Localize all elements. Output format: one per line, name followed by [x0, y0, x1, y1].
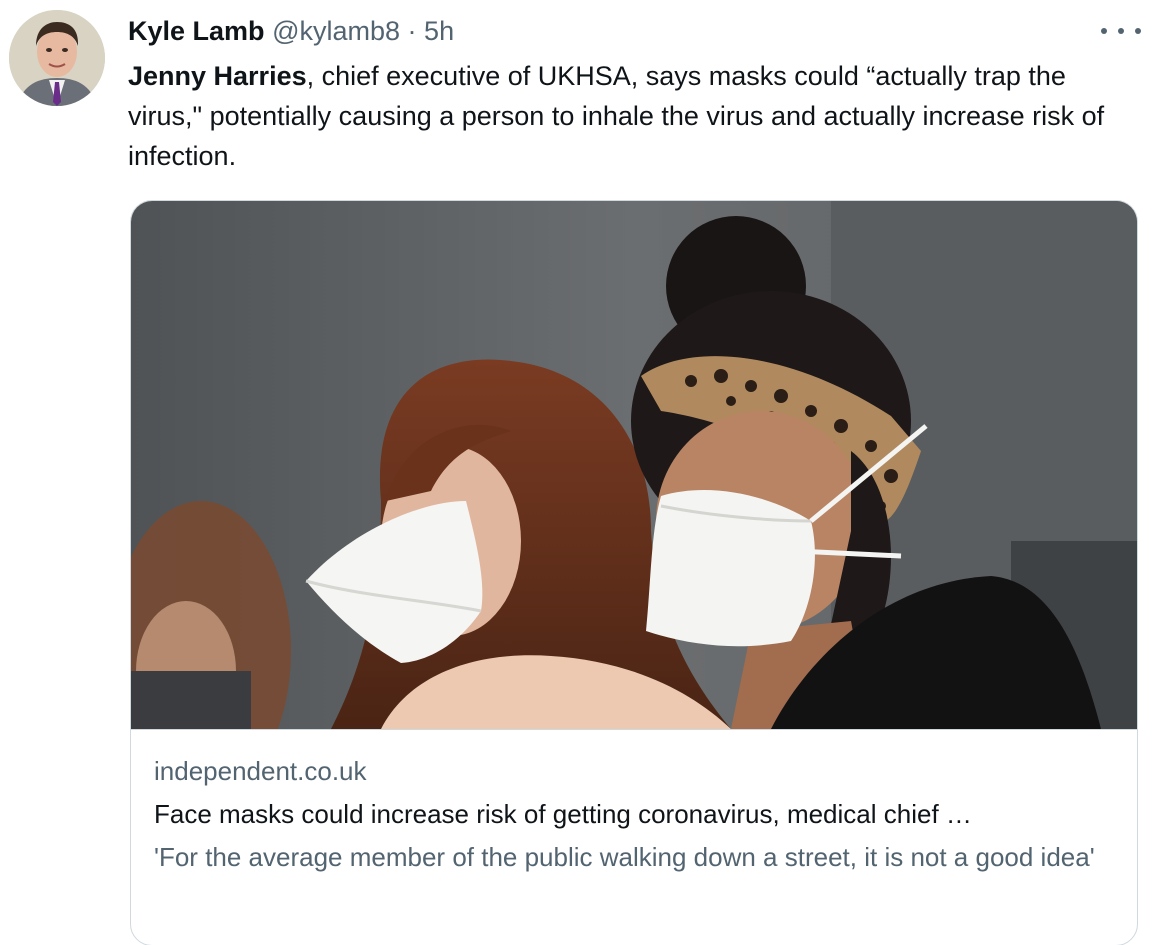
tweet-text: Jenny Harries, chief executive of UKHSA,… — [128, 56, 1138, 176]
card-title[interactable]: Face masks could increase risk of gettin… — [154, 791, 1114, 837]
card-image[interactable] — [131, 201, 1137, 730]
separator-dot: · — [407, 16, 417, 46]
more-options-icon[interactable] — [1101, 16, 1141, 46]
timestamp[interactable]: 5h — [424, 16, 454, 46]
more-dot — [1118, 28, 1124, 34]
card-description: 'For the average member of the public wa… — [154, 842, 1095, 872]
link-card[interactable]: independent.co.uk Face masks could incre… — [130, 200, 1138, 945]
avatar[interactable] — [9, 10, 105, 106]
author-name[interactable]: Kyle Lamb — [128, 16, 265, 46]
author-handle[interactable]: @kylamb8 — [272, 16, 400, 46]
tweet-mention: Jenny Harries — [128, 61, 307, 91]
more-dot — [1101, 28, 1107, 34]
tweet-header: Kyle Lamb @kylamb8 · 5h — [128, 14, 454, 48]
card-photo — [131, 201, 1137, 729]
card-body: independent.co.uk Face masks could incre… — [154, 751, 1114, 877]
card-domain[interactable]: independent.co.uk — [154, 751, 1114, 791]
avatar-image — [9, 10, 105, 106]
more-dot — [1135, 28, 1141, 34]
tweet: Kyle Lamb @kylamb8 · 5h Jenny Harries, c… — [0, 0, 1171, 945]
